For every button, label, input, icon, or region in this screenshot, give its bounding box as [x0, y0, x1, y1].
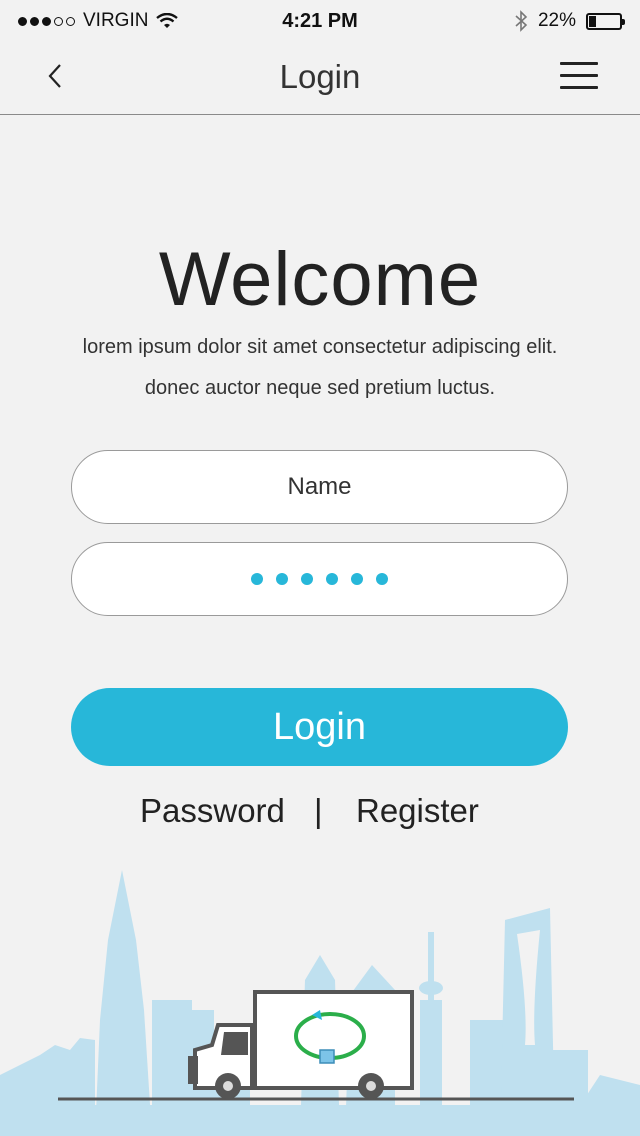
welcome-heading: Welcome	[158, 237, 482, 322]
subtitle-line-2: donec auctor neque sed pretium luctus.	[144, 377, 496, 399]
password-dot	[251, 573, 263, 585]
battery-percent: 22%	[537, 10, 576, 31]
login-button[interactable]: Login	[71, 688, 568, 766]
status-right: 22%	[514, 10, 625, 32]
password-dot	[376, 573, 388, 585]
page-title: Login	[279, 58, 361, 95]
register-link[interactable]: Register	[356, 792, 479, 830]
subtitle-line-1: lorem ipsum dolor sit amet consectetur a…	[82, 336, 558, 358]
link-separator: |	[314, 792, 323, 829]
password-mask	[251, 573, 388, 585]
password-field[interactable]	[71, 542, 568, 616]
delivery-truck-icon	[188, 990, 414, 1099]
bluetooth-icon	[515, 10, 528, 32]
password-dot	[326, 573, 338, 585]
password-dot	[301, 573, 313, 585]
name-input[interactable]	[72, 450, 567, 524]
password-dot	[276, 573, 288, 585]
menu-button[interactable]	[560, 62, 600, 92]
password-dot	[351, 573, 363, 585]
name-field[interactable]	[71, 450, 568, 524]
password-link[interactable]: Password	[140, 792, 285, 830]
status-bar: VIRGIN 4:21 PM 22%	[0, 0, 640, 44]
city-skyline-illustration	[0, 870, 640, 1136]
battery-icon	[586, 12, 625, 30]
navigation-bar: Login	[0, 44, 640, 115]
